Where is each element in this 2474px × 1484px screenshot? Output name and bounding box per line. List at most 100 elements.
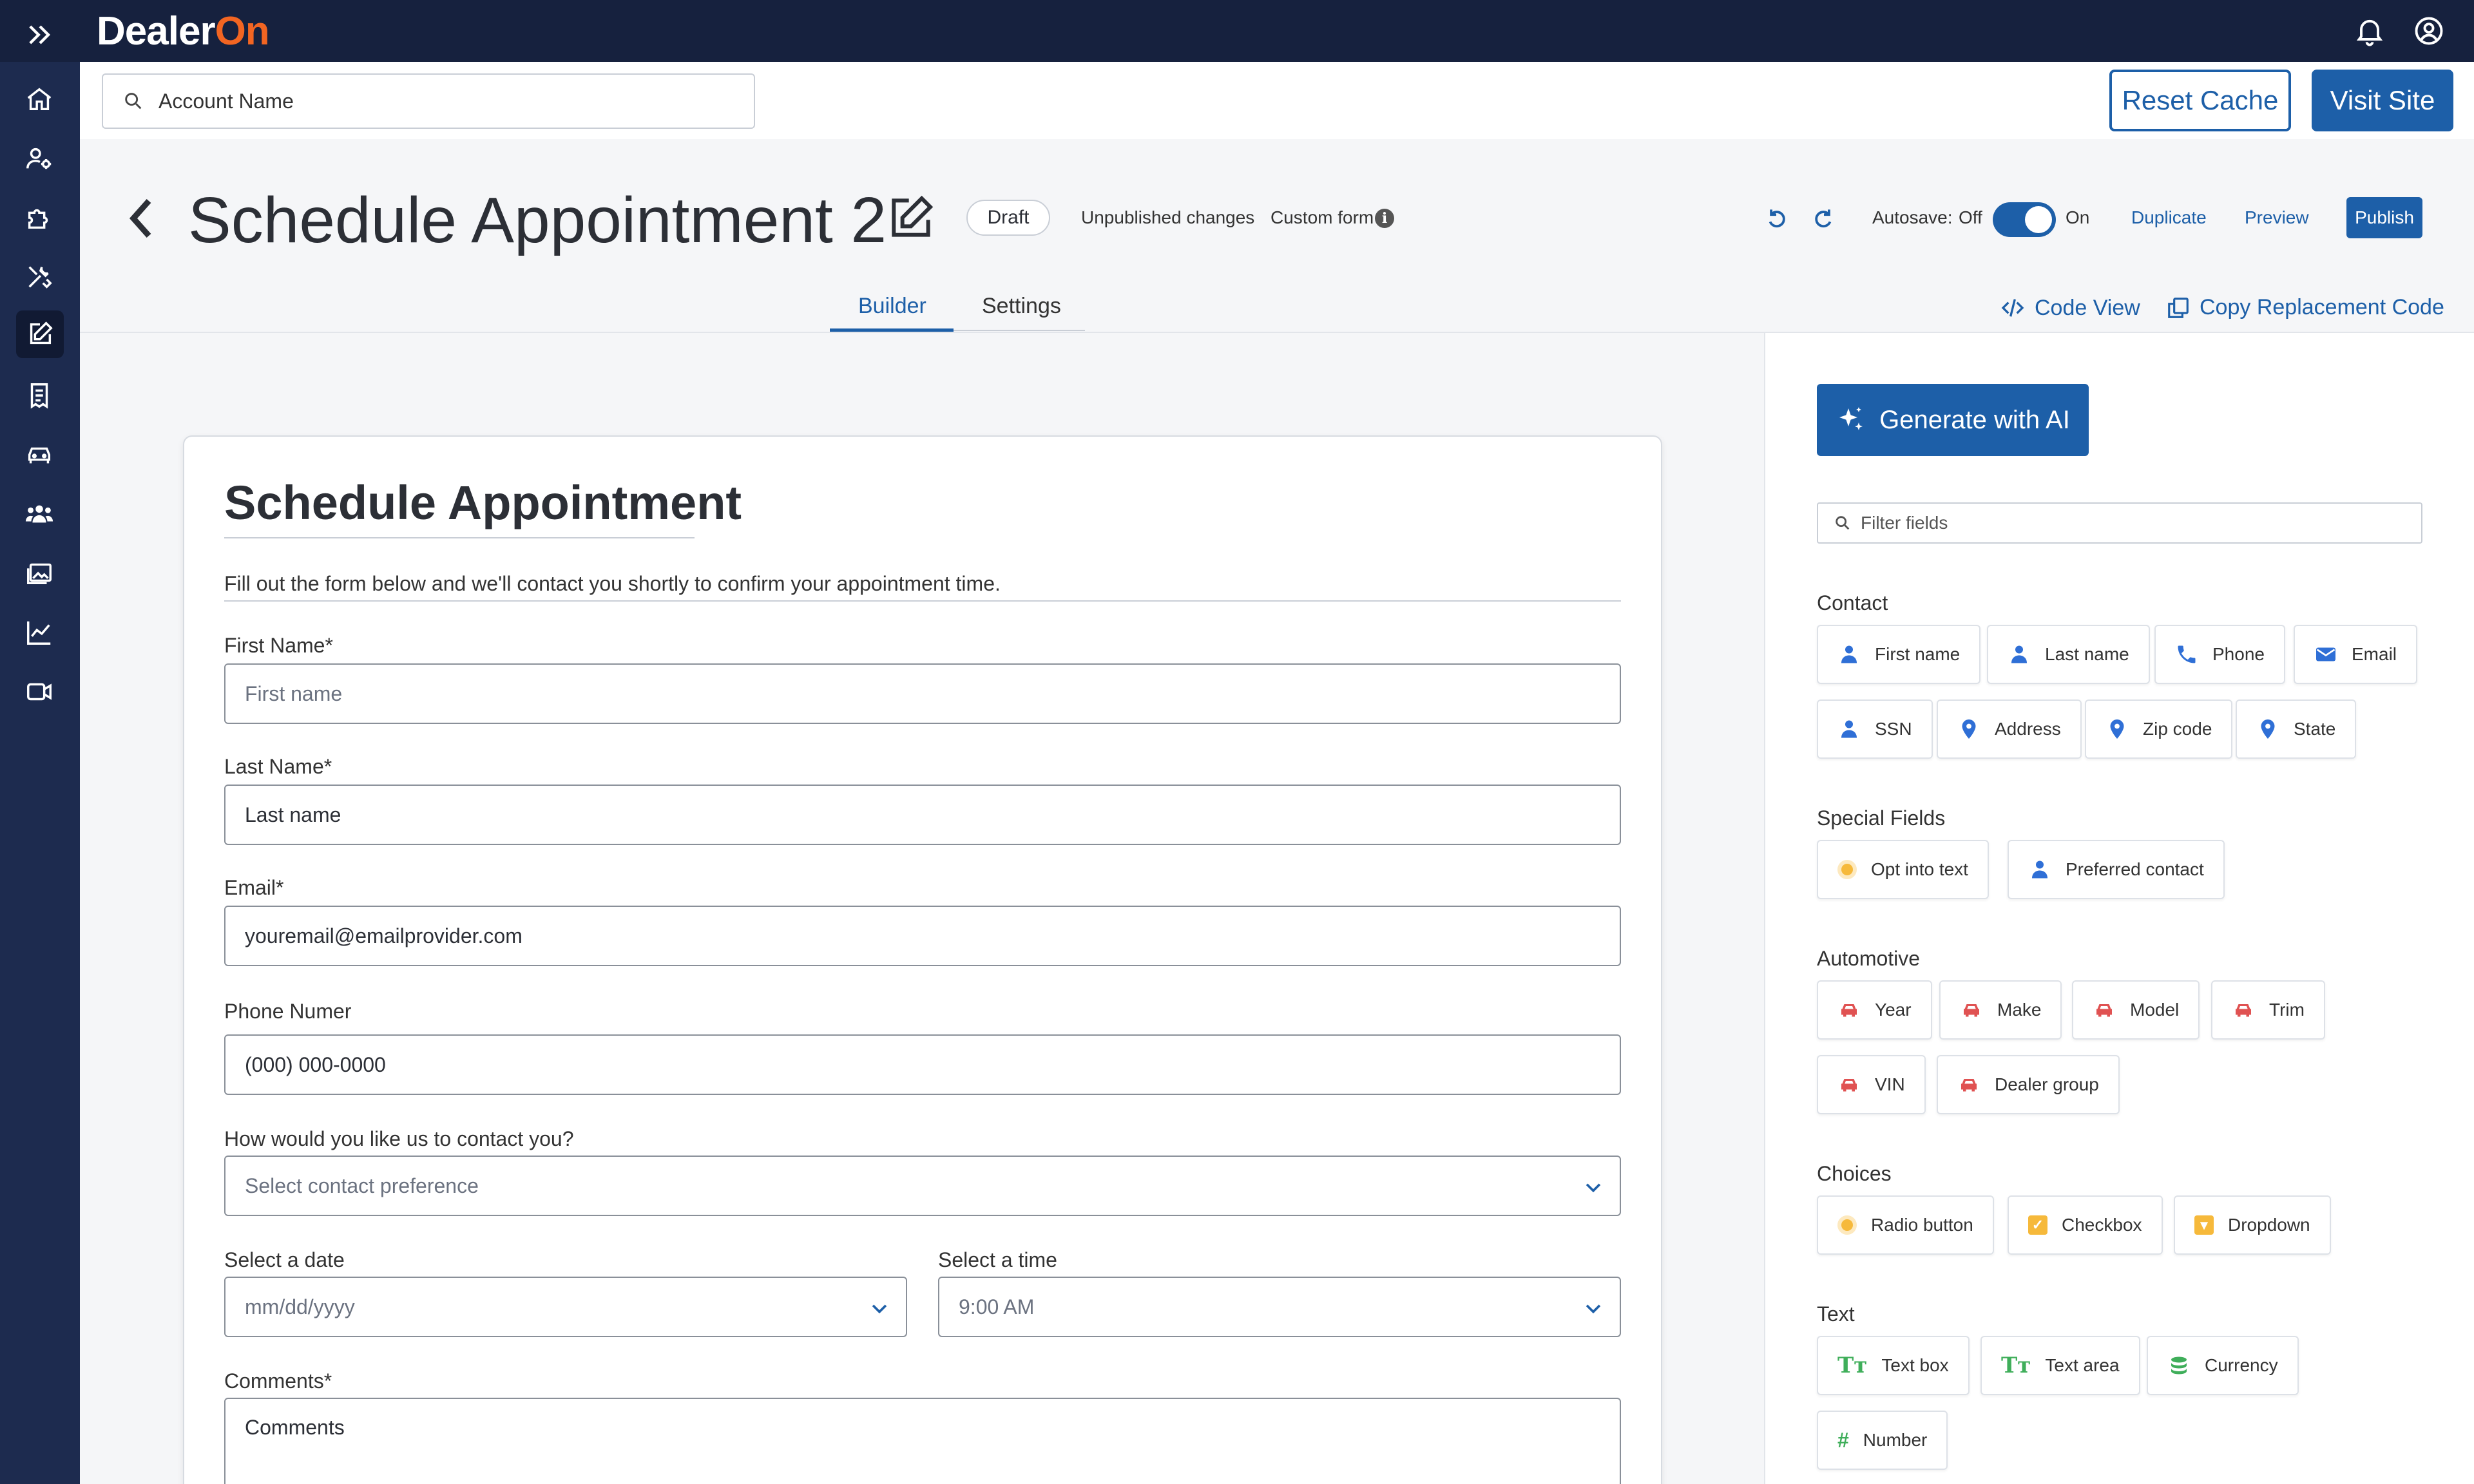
edit-icon[interactable]: [16, 310, 64, 358]
field-chip-preferred-contact[interactable]: Preferred contact: [2008, 840, 2225, 899]
date-placeholder: mm/dd/yyyy: [245, 1295, 355, 1318]
tab-builder[interactable]: Builder: [858, 294, 926, 319]
filter-fields-placeholder: Filter fields: [1861, 513, 1948, 533]
contact-pref-placeholder: Select contact preference: [245, 1174, 479, 1197]
date-label: Select a date: [224, 1248, 345, 1271]
phone-field[interactable]: (000) 000-0000: [224, 1034, 1621, 1095]
chip-label: Make: [1997, 1000, 2042, 1020]
radio-icon: [1837, 1215, 1857, 1235]
copy-code-label: Copy Replacement Code: [2200, 295, 2444, 319]
undo-icon[interactable]: [1764, 205, 1788, 231]
field-chip-dropdown[interactable]: ▾ Dropdown: [2174, 1195, 2331, 1255]
expand-icon[interactable]: [23, 18, 57, 52]
user-circle-icon[interactable]: [2412, 14, 2446, 48]
chip-label: Zip code: [2143, 719, 2212, 739]
field-chip-year[interactable]: Year: [1817, 980, 1932, 1040]
field-chip-trim[interactable]: Trim: [2211, 980, 2325, 1040]
field-chip-text-area[interactable]: Tт Text area: [1980, 1336, 2140, 1395]
chart-icon[interactable]: [21, 614, 57, 651]
choices-section-title: Choices: [1817, 1162, 1892, 1185]
autosave-toggle[interactable]: [1993, 202, 2056, 237]
person-icon: [1841, 645, 1857, 663]
user-settings-icon[interactable]: [21, 140, 57, 176]
people-icon[interactable]: [21, 496, 57, 532]
reset-cache-button[interactable]: Reset Cache: [2109, 70, 2291, 131]
field-chip-ssn[interactable]: SSN: [1817, 699, 1933, 759]
time-select[interactable]: 9:00 AM: [938, 1277, 1621, 1337]
car-icon: [1964, 1004, 1979, 1017]
active-tab-indicator: [830, 328, 954, 332]
chip-label: Last name: [2045, 644, 2129, 664]
first-name-field[interactable]: First name: [224, 663, 1621, 724]
field-chip-number[interactable]: # Number: [1817, 1411, 1948, 1470]
redo-icon[interactable]: [1812, 205, 1836, 231]
visit-site-button[interactable]: Visit Site: [2312, 70, 2453, 131]
search-icon: [125, 93, 142, 109]
info-icon[interactable]: i: [1375, 209, 1394, 228]
code-view-link[interactable]: Code View: [2000, 295, 2140, 321]
field-chip-currency[interactable]: Currency: [2147, 1336, 2299, 1395]
receipt-icon[interactable]: [21, 377, 57, 414]
image-icon[interactable]: [21, 555, 57, 591]
form-title-divider: [224, 537, 695, 538]
form-title: Schedule Appointment: [224, 476, 742, 529]
checkbox-icon: ✓: [2028, 1215, 2047, 1235]
code-icon: [2001, 299, 2024, 317]
publish-button[interactable]: Publish: [2346, 197, 2422, 238]
field-chip-state[interactable]: State: [2236, 699, 2357, 759]
home-icon[interactable]: [21, 81, 57, 117]
last-name-value: Last name: [245, 803, 341, 826]
account-search-input[interactable]: Account Name: [102, 73, 755, 129]
generate-ai-button[interactable]: Generate with AI: [1817, 384, 2089, 456]
field-chip-email[interactable]: Email: [2294, 625, 2418, 684]
bell-icon[interactable]: [2353, 14, 2386, 48]
tools-icon[interactable]: [21, 259, 57, 295]
tab-settings[interactable]: Settings: [982, 294, 1061, 319]
field-chip-text-box[interactable]: Tт Text box: [1817, 1336, 1970, 1395]
field-chip-address[interactable]: Address: [1937, 699, 2082, 759]
chevron-down-icon: [872, 1304, 887, 1314]
field-chip-zip-code[interactable]: Zip code: [2085, 699, 2233, 759]
copy-code-link[interactable]: Copy Replacement Code: [2166, 295, 2444, 320]
email-field[interactable]: youremail@emailprovider.com: [224, 906, 1621, 966]
car-icon[interactable]: [21, 437, 57, 473]
chevron-down-icon: [1586, 1183, 1601, 1193]
field-chip-opt-into-text[interactable]: Opt into text: [1817, 840, 1989, 899]
comments-field[interactable]: Comments: [224, 1398, 1621, 1484]
last-name-field[interactable]: Last name: [224, 785, 1621, 845]
field-chip-first-name[interactable]: First name: [1817, 625, 1981, 684]
radio-icon: [1837, 860, 1857, 879]
preview-link[interactable]: Preview: [2245, 207, 2309, 228]
field-chip-vin[interactable]: VIN: [1817, 1055, 1926, 1114]
car-icon: [2096, 1004, 2112, 1017]
field-chip-dealer-group[interactable]: Dealer group: [1937, 1055, 2120, 1114]
puzzle-icon[interactable]: [21, 200, 57, 236]
field-chip-checkbox[interactable]: ✓ Checkbox: [2008, 1195, 2163, 1255]
field-chip-model[interactable]: Model: [2072, 980, 2200, 1040]
chip-label: SSN: [1875, 719, 1912, 739]
chip-label: Dropdown: [2228, 1215, 2310, 1235]
back-icon[interactable]: [125, 195, 157, 242]
chip-label: Opt into text: [1871, 859, 1968, 879]
form-description: Fill out the form below and we'll contac…: [224, 572, 1001, 595]
last-name-label: Last Name*: [224, 755, 332, 778]
edit-title-icon[interactable]: [885, 192, 937, 243]
video-icon[interactable]: [21, 674, 57, 710]
chip-label: Text area: [2045, 1355, 2120, 1375]
chip-label: Trim: [2269, 1000, 2305, 1020]
date-select[interactable]: mm/dd/yyyy: [224, 1277, 907, 1337]
car-icon: [1841, 1079, 1857, 1092]
copy-icon: [2168, 297, 2189, 318]
tab-divider: [954, 330, 1085, 331]
duplicate-link[interactable]: Duplicate: [2131, 207, 2207, 228]
chip-label: Currency: [2205, 1355, 2278, 1375]
chip-label: Number: [1863, 1430, 1928, 1450]
field-chip-make[interactable]: Make: [1939, 980, 2062, 1040]
dealeron-logo[interactable]: Dealer On: [97, 9, 270, 53]
contact-pref-select[interactable]: Select contact preference: [224, 1156, 1621, 1216]
filter-fields-input[interactable]: Filter fields: [1817, 502, 2422, 544]
field-chip-radio-button[interactable]: Radio button: [1817, 1195, 1994, 1255]
chip-label: Checkbox: [2062, 1215, 2142, 1235]
field-chip-phone[interactable]: Phone: [2154, 625, 2285, 684]
field-chip-last-name[interactable]: Last name: [1987, 625, 2150, 684]
